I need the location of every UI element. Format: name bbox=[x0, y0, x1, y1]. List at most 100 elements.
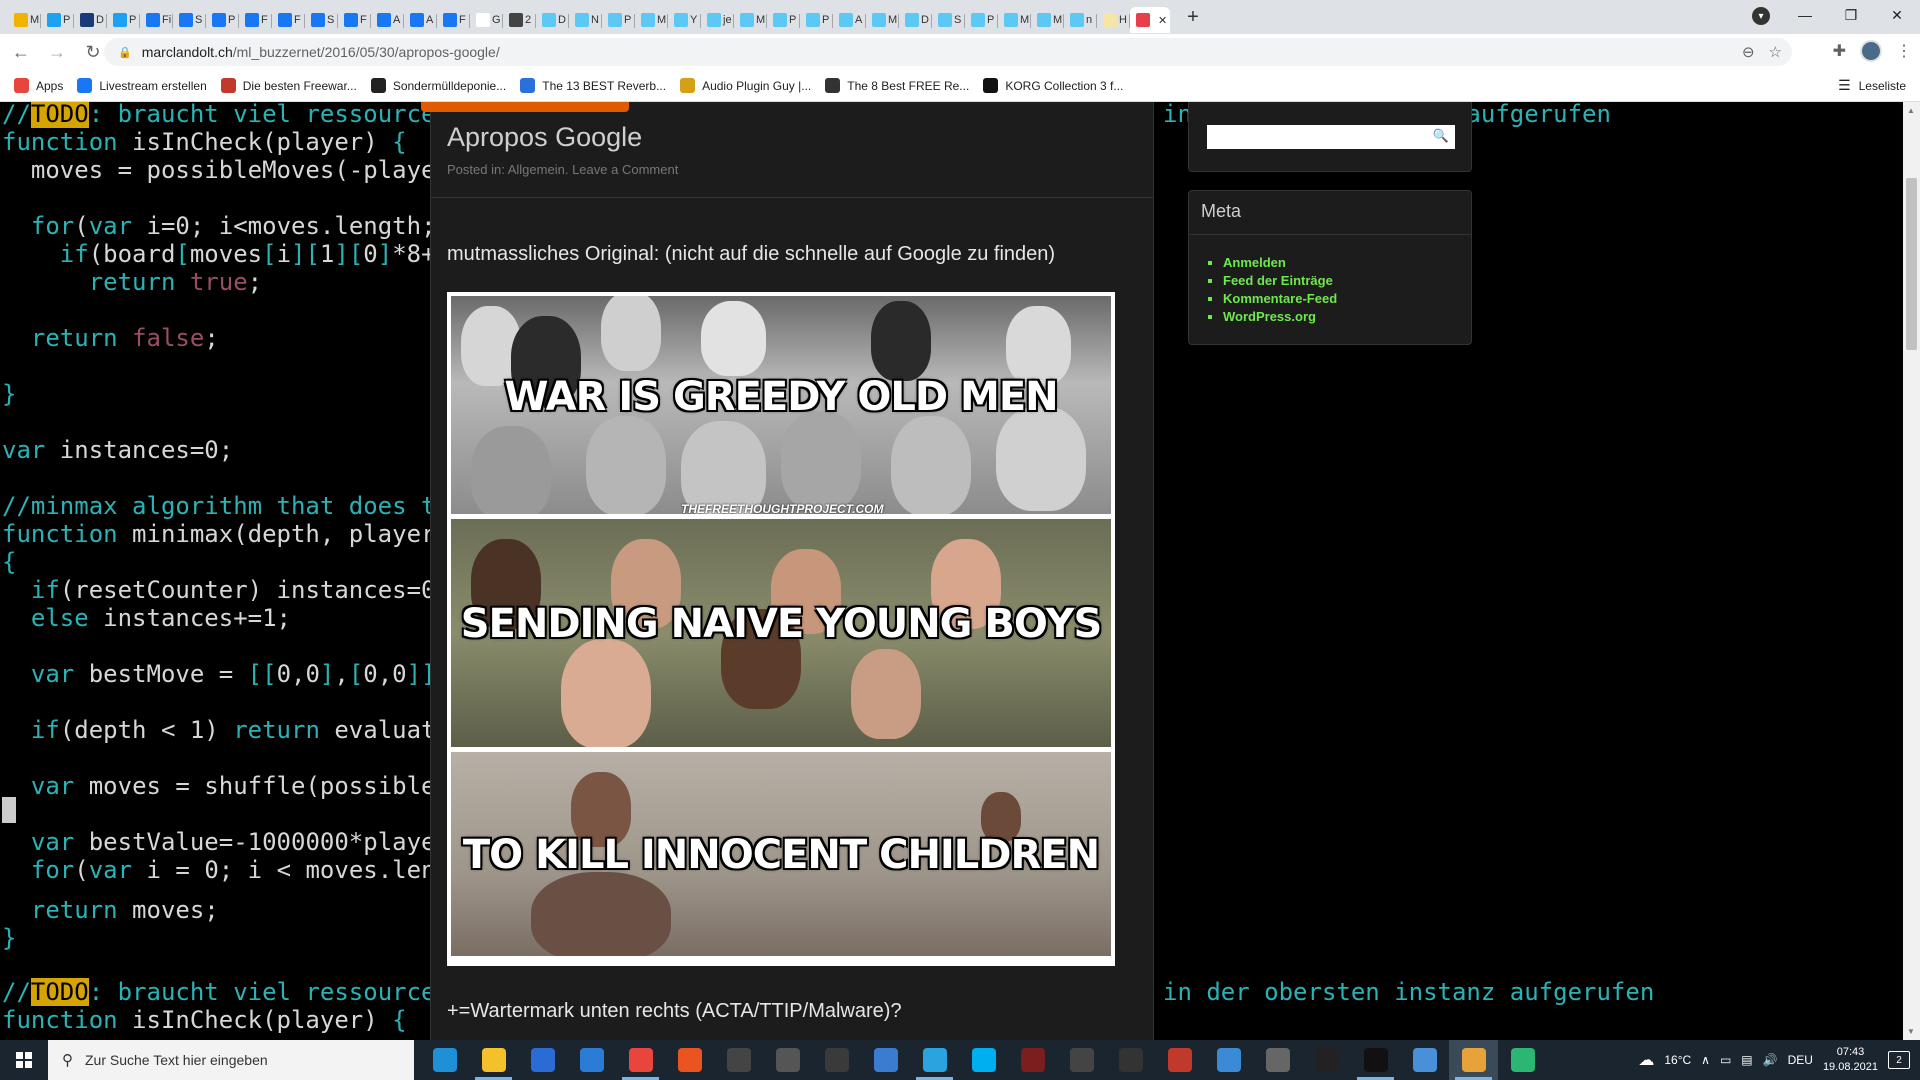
taskbar-app-chrome[interactable] bbox=[616, 1040, 665, 1080]
url-text[interactable]: marclandolt.ch/ml_buzzernet/2016/05/30/a… bbox=[142, 44, 500, 60]
browser-tab[interactable]: S bbox=[932, 7, 965, 33]
scrollbar-thumb[interactable] bbox=[1906, 178, 1917, 350]
bookmark-item[interactable]: Audio Plugin Guy |... bbox=[680, 78, 811, 93]
browser-tab[interactable]: D bbox=[899, 7, 932, 33]
taskbar-app-notepad[interactable] bbox=[1400, 1040, 1449, 1080]
bookmark-item[interactable]: Sondermülldeponie... bbox=[370, 78, 506, 93]
browser-tab[interactable]: A bbox=[404, 7, 437, 33]
category-link[interactable]: Allgemein bbox=[508, 162, 565, 177]
browser-tab[interactable]: M bbox=[1031, 7, 1064, 33]
reading-list-button[interactable]: ☰ Leseliste bbox=[1838, 77, 1906, 94]
lock-icon[interactable]: 🔒 bbox=[118, 46, 132, 59]
minimize-icon[interactable]: — bbox=[1782, 0, 1828, 30]
comment-link[interactable]: Leave a Comment bbox=[572, 162, 678, 177]
restore-icon[interactable]: ❐ bbox=[1828, 0, 1874, 30]
address-bar[interactable]: 🔒 marclandolt.ch/ml_buzzernet/2016/05/30… bbox=[104, 38, 1792, 66]
tray-chevron-icon[interactable]: ∧ bbox=[1701, 1053, 1710, 1067]
browser-tab[interactable]: A bbox=[371, 7, 404, 33]
browser-tab[interactable]: M bbox=[635, 7, 668, 33]
taskbar-app-edge[interactable] bbox=[420, 1040, 469, 1080]
bookmark-item[interactable]: Die besten Freewar... bbox=[220, 78, 357, 93]
taskbar-app-app7[interactable] bbox=[763, 1040, 812, 1080]
browser-tab[interactable]: P bbox=[41, 7, 74, 33]
tab-close-icon[interactable]: ✕ bbox=[1158, 14, 1167, 27]
browser-tab[interactable]: P bbox=[107, 7, 140, 33]
taskbar-app-onedrive[interactable] bbox=[861, 1040, 910, 1080]
taskbar-app-mail[interactable] bbox=[567, 1040, 616, 1080]
browser-tab[interactable]: n bbox=[1064, 7, 1097, 33]
bookmark-item[interactable]: Livestream erstellen bbox=[77, 78, 207, 93]
weather-temp[interactable]: 16°C bbox=[1664, 1053, 1691, 1067]
notification-icon[interactable]: 2 bbox=[1888, 1051, 1910, 1069]
meta-link[interactable]: Anmelden bbox=[1223, 255, 1337, 270]
browser-tab[interactable]: S bbox=[173, 7, 206, 33]
meme-image[interactable]: WAR IS GREEDY OLD MEN THEFREETHOUGHTPROJ… bbox=[447, 292, 1115, 966]
browser-tab[interactable]: P bbox=[206, 7, 239, 33]
browser-tab[interactable]: S bbox=[305, 7, 338, 33]
browser-tab[interactable]: F bbox=[239, 7, 272, 33]
search-icon[interactable]: 🔍 bbox=[1433, 128, 1449, 144]
browser-tab[interactable]: M bbox=[8, 7, 41, 33]
meta-link[interactable]: Kommentare-Feed bbox=[1223, 291, 1337, 306]
meta-link[interactable]: Feed der Einträge bbox=[1223, 273, 1337, 288]
taskbar-app-cmd[interactable] bbox=[1351, 1040, 1400, 1080]
browser-tab[interactable]: F bbox=[338, 7, 371, 33]
weather-icon[interactable]: ☁ bbox=[1638, 1050, 1654, 1070]
bookmark-star-icon[interactable]: ☆ bbox=[1769, 43, 1782, 61]
taskbar-search[interactable]: ⚲ Zur Suche Text hier eingeben bbox=[48, 1040, 414, 1080]
scroll-down-icon[interactable]: ▼ bbox=[1907, 1027, 1915, 1036]
browser-tab[interactable]: F bbox=[437, 7, 470, 33]
bookmark-item[interactable]: KORG Collection 3 f... bbox=[983, 78, 1123, 93]
taskbar-app-skype[interactable] bbox=[959, 1040, 1008, 1080]
meta-link[interactable]: WordPress.org bbox=[1223, 309, 1337, 324]
browser-tab[interactable]: M bbox=[866, 7, 899, 33]
browser-tab[interactable]: A bbox=[833, 7, 866, 33]
extensions-icon[interactable]: ✚ bbox=[1833, 41, 1846, 61]
bookmark-item[interactable]: Apps bbox=[14, 78, 63, 93]
browser-tab[interactable]: M bbox=[998, 7, 1031, 33]
scroll-up-icon[interactable]: ▲ bbox=[1907, 106, 1915, 115]
clock[interactable]: 07:43 19.08.2021 bbox=[1823, 1045, 1878, 1075]
taskbar-app-app23[interactable] bbox=[1498, 1040, 1547, 1080]
taskbar-app-explorer[interactable] bbox=[469, 1040, 518, 1080]
taskbar-app-quickassist[interactable] bbox=[1204, 1040, 1253, 1080]
browser-tab[interactable]: je bbox=[701, 7, 734, 33]
meet-now-icon[interactable]: ▭ bbox=[1720, 1053, 1731, 1067]
profile-avatar[interactable] bbox=[1860, 40, 1882, 62]
browser-tab[interactable]: N bbox=[569, 7, 602, 33]
browser-tab[interactable]: P bbox=[602, 7, 635, 33]
taskbar-app-app15[interactable] bbox=[1106, 1040, 1155, 1080]
search-input[interactable]: 🔍 bbox=[1207, 125, 1455, 149]
new-tab-button[interactable]: + bbox=[1178, 6, 1208, 29]
post-title[interactable]: Apropos Google bbox=[447, 122, 642, 153]
close-icon[interactable]: ✕ bbox=[1874, 0, 1920, 30]
taskbar-app-terminal[interactable] bbox=[1302, 1040, 1351, 1080]
taskbar-app-live[interactable] bbox=[812, 1040, 861, 1080]
browser-tab[interactable]: H bbox=[1097, 7, 1130, 33]
page-scrollbar[interactable]: ▲ ▼ bbox=[1903, 102, 1920, 1040]
zoom-icon[interactable]: ⊖ bbox=[1742, 43, 1755, 61]
bookmark-item[interactable]: The 8 Best FREE Re... bbox=[825, 78, 969, 93]
taskbar-app-app6[interactable] bbox=[714, 1040, 763, 1080]
forward-icon[interactable]: → bbox=[42, 37, 72, 67]
browser-tab[interactable]: Y bbox=[668, 7, 701, 33]
taskbar-app-app13[interactable] bbox=[1008, 1040, 1057, 1080]
network-icon[interactable]: ▤ bbox=[1741, 1053, 1752, 1067]
language-indicator[interactable]: DEU bbox=[1788, 1053, 1813, 1067]
back-icon[interactable]: ← bbox=[6, 37, 36, 67]
browser-tab[interactable]: Fi bbox=[140, 7, 173, 33]
tab-search-icon[interactable]: ▾ bbox=[1752, 7, 1770, 25]
taskbar-app-telegram[interactable] bbox=[910, 1040, 959, 1080]
menu-icon[interactable]: ⋮ bbox=[1896, 41, 1912, 61]
taskbar-app-app22[interactable] bbox=[1449, 1040, 1498, 1080]
browser-tab[interactable]: ✕ bbox=[1130, 7, 1170, 33]
browser-tab[interactable]: P bbox=[767, 7, 800, 33]
taskbar-app-app18[interactable] bbox=[1253, 1040, 1302, 1080]
bookmark-item[interactable]: The 13 BEST Reverb... bbox=[520, 78, 666, 93]
browser-tab[interactable]: G bbox=[470, 7, 503, 33]
taskbar-app-kali[interactable] bbox=[1057, 1040, 1106, 1080]
taskbar-app-voicemeeter[interactable] bbox=[1155, 1040, 1204, 1080]
start-button[interactable] bbox=[0, 1040, 48, 1080]
taskbar-app-store[interactable] bbox=[518, 1040, 567, 1080]
browser-tab[interactable]: M bbox=[734, 7, 767, 33]
